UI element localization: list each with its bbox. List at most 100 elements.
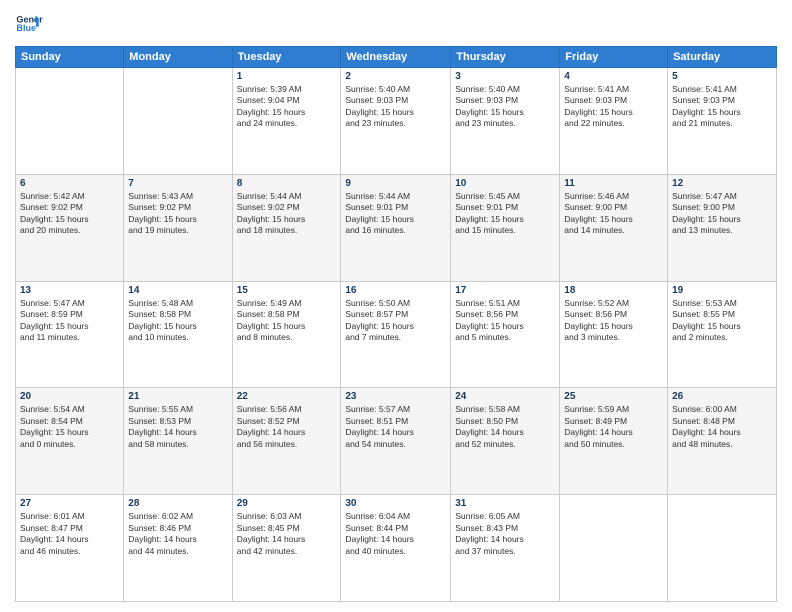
calendar-week-row: 20 Sunrise: 5:54 AM Sunset: 8:54 PM Dayli…	[16, 388, 777, 495]
day-info: Sunrise: 5:41 AM Sunset: 9:03 PM Dayligh…	[672, 84, 772, 130]
day-info: Sunrise: 5:44 AM Sunset: 9:02 PM Dayligh…	[237, 191, 337, 237]
day-info: Sunrise: 5:42 AM Sunset: 9:02 PM Dayligh…	[20, 191, 119, 237]
day-info: Sunrise: 5:58 AM Sunset: 8:50 PM Dayligh…	[455, 404, 555, 450]
day-info: Sunrise: 5:47 AM Sunset: 8:59 PM Dayligh…	[20, 298, 119, 344]
calendar-day-cell: 29 Sunrise: 6:03 AM Sunset: 8:45 PM Dayli…	[232, 495, 341, 602]
day-number: 31	[455, 498, 555, 509]
day-info: Sunrise: 5:51 AM Sunset: 8:56 PM Dayligh…	[455, 298, 555, 344]
day-number: 3	[455, 71, 555, 82]
calendar-day-cell: 27 Sunrise: 6:01 AM Sunset: 8:47 PM Dayli…	[16, 495, 124, 602]
calendar-week-row: 1 Sunrise: 5:39 AM Sunset: 9:04 PM Daylig…	[16, 68, 777, 175]
calendar-day-cell: 13Sunrise: 5:47 AM Sunset: 8:59 PM Dayli…	[16, 281, 124, 388]
calendar-day-cell: 4 Sunrise: 5:41 AM Sunset: 9:03 PM Daylig…	[560, 68, 668, 175]
day-number: 22	[237, 391, 337, 402]
day-info: Sunrise: 6:02 AM Sunset: 8:46 PM Dayligh…	[128, 511, 227, 557]
calendar-day-cell: 2 Sunrise: 5:40 AM Sunset: 9:03 PM Daylig…	[341, 68, 451, 175]
svg-text:Blue: Blue	[16, 23, 36, 33]
day-info: Sunrise: 5:49 AM Sunset: 8:58 PM Dayligh…	[237, 298, 337, 344]
calendar-day-cell	[560, 495, 668, 602]
calendar-week-row: 13Sunrise: 5:47 AM Sunset: 8:59 PM Dayli…	[16, 281, 777, 388]
day-number: 27	[20, 498, 119, 509]
day-info: Sunrise: 5:46 AM Sunset: 9:00 PM Dayligh…	[564, 191, 663, 237]
calendar-day-cell: 30 Sunrise: 6:04 AM Sunset: 8:44 PM Dayli…	[341, 495, 451, 602]
day-number: 16	[345, 285, 446, 296]
calendar-day-cell	[124, 68, 232, 175]
calendar-day-cell: 26 Sunrise: 6:00 AM Sunset: 8:48 PM Dayli…	[668, 388, 777, 495]
day-header-row: SundayMondayTuesdayWednesdayThursdayFrid…	[16, 47, 777, 68]
day-info: Sunrise: 5:39 AM Sunset: 9:04 PM Dayligh…	[237, 84, 337, 130]
day-info: Sunrise: 5:55 AM Sunset: 8:53 PM Dayligh…	[128, 404, 227, 450]
day-number: 12	[672, 178, 772, 189]
day-number: 11	[564, 178, 663, 189]
calendar-day-cell: 23Sunrise: 5:57 AM Sunset: 8:51 PM Dayli…	[341, 388, 451, 495]
calendar-day-cell: 19 Sunrise: 5:53 AM Sunset: 8:55 PM Dayli…	[668, 281, 777, 388]
day-info: Sunrise: 6:01 AM Sunset: 8:47 PM Dayligh…	[20, 511, 119, 557]
day-of-week-header: Thursday	[451, 47, 560, 68]
calendar-week-row: 27 Sunrise: 6:01 AM Sunset: 8:47 PM Dayli…	[16, 495, 777, 602]
calendar-table: SundayMondayTuesdayWednesdayThursdayFrid…	[15, 46, 777, 602]
day-info: Sunrise: 5:45 AM Sunset: 9:01 PM Dayligh…	[455, 191, 555, 237]
day-number: 8	[237, 178, 337, 189]
day-number: 9	[345, 178, 446, 189]
calendar-header: General Blue	[15, 10, 777, 38]
day-number: 2	[345, 71, 446, 82]
calendar-day-cell: 21Sunrise: 5:55 AM Sunset: 8:53 PM Dayli…	[124, 388, 232, 495]
day-number: 24	[455, 391, 555, 402]
day-of-week-header: Tuesday	[232, 47, 341, 68]
day-info: Sunrise: 5:41 AM Sunset: 9:03 PM Dayligh…	[564, 84, 663, 130]
calendar-day-cell: 6 Sunrise: 5:42 AM Sunset: 9:02 PM Daylig…	[16, 174, 124, 281]
day-of-week-header: Monday	[124, 47, 232, 68]
calendar-day-cell: 22 Sunrise: 5:56 AM Sunset: 8:52 PM Dayli…	[232, 388, 341, 495]
day-number: 29	[237, 498, 337, 509]
day-info: Sunrise: 5:53 AM Sunset: 8:55 PM Dayligh…	[672, 298, 772, 344]
calendar-day-cell: 5 Sunrise: 5:41 AM Sunset: 9:03 PM Daylig…	[668, 68, 777, 175]
day-info: Sunrise: 5:59 AM Sunset: 8:49 PM Dayligh…	[564, 404, 663, 450]
calendar-day-cell: 7 Sunrise: 5:43 AM Sunset: 9:02 PM Daylig…	[124, 174, 232, 281]
day-number: 17	[455, 285, 555, 296]
day-number: 6	[20, 178, 119, 189]
day-info: Sunrise: 5:43 AM Sunset: 9:02 PM Dayligh…	[128, 191, 227, 237]
day-info: Sunrise: 5:47 AM Sunset: 9:00 PM Dayligh…	[672, 191, 772, 237]
day-info: Sunrise: 5:50 AM Sunset: 8:57 PM Dayligh…	[345, 298, 446, 344]
calendar-day-cell: 10 Sunrise: 5:45 AM Sunset: 9:01 PM Dayli…	[451, 174, 560, 281]
calendar-day-cell: 25Sunrise: 5:59 AM Sunset: 8:49 PM Dayli…	[560, 388, 668, 495]
calendar-week-row: 6 Sunrise: 5:42 AM Sunset: 9:02 PM Daylig…	[16, 174, 777, 281]
day-number: 30	[345, 498, 446, 509]
day-info: Sunrise: 6:04 AM Sunset: 8:44 PM Dayligh…	[345, 511, 446, 557]
calendar-day-cell: 12 Sunrise: 5:47 AM Sunset: 9:00 PM Dayli…	[668, 174, 777, 281]
day-info: Sunrise: 6:03 AM Sunset: 8:45 PM Dayligh…	[237, 511, 337, 557]
day-of-week-header: Friday	[560, 47, 668, 68]
day-number: 1	[237, 71, 337, 82]
calendar-day-cell: 31Sunrise: 6:05 AM Sunset: 8:43 PM Dayli…	[451, 495, 560, 602]
calendar-day-cell: 14Sunrise: 5:48 AM Sunset: 8:58 PM Dayli…	[124, 281, 232, 388]
day-number: 19	[672, 285, 772, 296]
day-number: 26	[672, 391, 772, 402]
day-number: 5	[672, 71, 772, 82]
day-info: Sunrise: 5:56 AM Sunset: 8:52 PM Dayligh…	[237, 404, 337, 450]
logo-icon: General Blue	[15, 10, 43, 38]
calendar-day-cell: 20 Sunrise: 5:54 AM Sunset: 8:54 PM Dayli…	[16, 388, 124, 495]
calendar-day-cell: 8 Sunrise: 5:44 AM Sunset: 9:02 PM Daylig…	[232, 174, 341, 281]
calendar-day-cell: 16 Sunrise: 5:50 AM Sunset: 8:57 PM Dayli…	[341, 281, 451, 388]
day-info: Sunrise: 5:57 AM Sunset: 8:51 PM Dayligh…	[345, 404, 446, 450]
calendar-day-cell: 9 Sunrise: 5:44 AM Sunset: 9:01 PM Daylig…	[341, 174, 451, 281]
calendar-day-cell: 24 Sunrise: 5:58 AM Sunset: 8:50 PM Dayli…	[451, 388, 560, 495]
day-info: Sunrise: 6:00 AM Sunset: 8:48 PM Dayligh…	[672, 404, 772, 450]
calendar-day-cell: 11 Sunrise: 5:46 AM Sunset: 9:00 PM Dayli…	[560, 174, 668, 281]
day-info: Sunrise: 5:54 AM Sunset: 8:54 PM Dayligh…	[20, 404, 119, 450]
calendar-day-cell	[16, 68, 124, 175]
day-number: 15	[237, 285, 337, 296]
calendar-day-cell	[668, 495, 777, 602]
day-info: Sunrise: 5:40 AM Sunset: 9:03 PM Dayligh…	[455, 84, 555, 130]
day-info: Sunrise: 5:44 AM Sunset: 9:01 PM Dayligh…	[345, 191, 446, 237]
logo: General Blue	[15, 10, 43, 38]
day-of-week-header: Wednesday	[341, 47, 451, 68]
day-number: 10	[455, 178, 555, 189]
day-number: 18	[564, 285, 663, 296]
day-number: 20	[20, 391, 119, 402]
day-info: Sunrise: 5:40 AM Sunset: 9:03 PM Dayligh…	[345, 84, 446, 130]
calendar-day-cell: 17 Sunrise: 5:51 AM Sunset: 8:56 PM Dayli…	[451, 281, 560, 388]
day-number: 7	[128, 178, 227, 189]
day-number: 4	[564, 71, 663, 82]
day-info: Sunrise: 5:52 AM Sunset: 8:56 PM Dayligh…	[564, 298, 663, 344]
